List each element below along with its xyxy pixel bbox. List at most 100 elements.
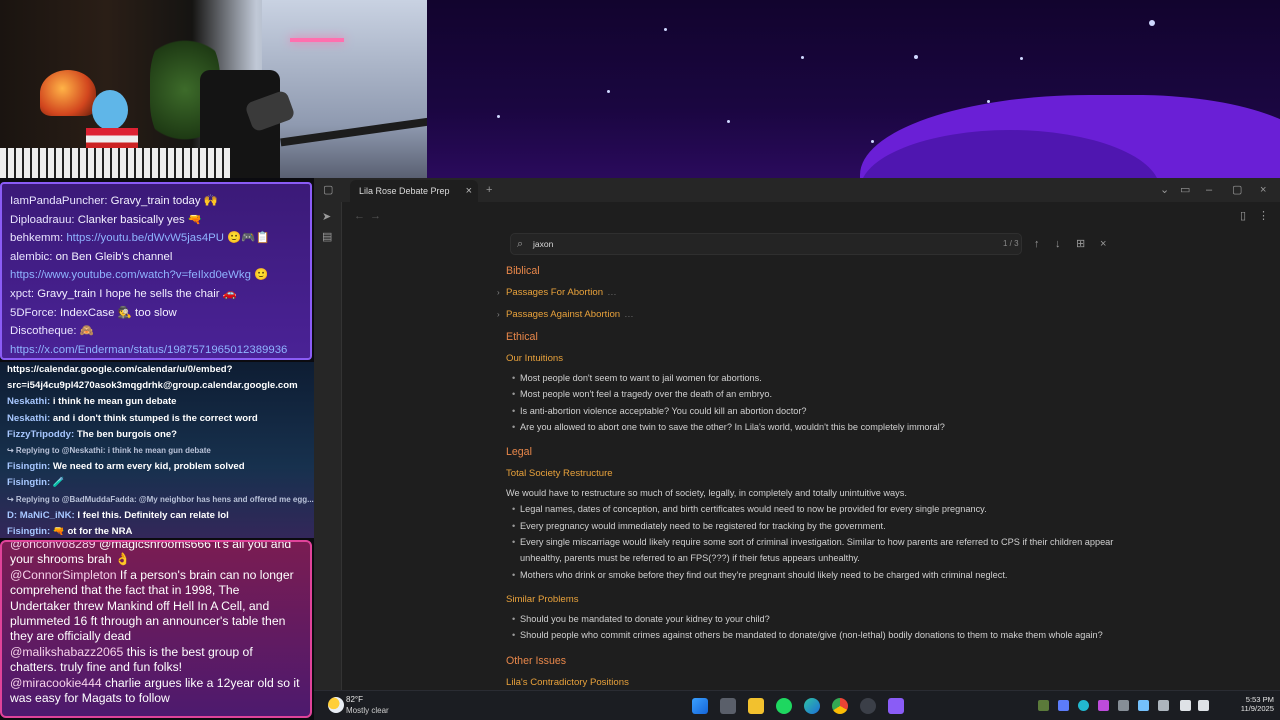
chat-username: Discotheque: [10, 325, 77, 338]
close-window-icon[interactable]: × [1260, 184, 1266, 196]
chat-message: src=i54j4cu9pl4270asok3mqgdrhk@group.cal… [0, 378, 314, 394]
tray-app-icon[interactable] [1138, 700, 1149, 711]
chat-link[interactable]: https://youtu.be/dWvW5jas4PU [63, 232, 224, 244]
find-bar: ⌕ jaxon 1 / 3 ↑ ↓ ⊞ × [510, 233, 1110, 255]
send-icon[interactable]: ➤ [322, 211, 331, 223]
weather-icon[interactable] [328, 697, 344, 713]
chat-message: 5DForce: IndexCase 🕵 too slow [2, 304, 310, 323]
piano-keyboard [0, 148, 230, 178]
chat-link[interactable]: https://x.com/Enderman/status/1987571965… [10, 344, 287, 356]
heading-text: Passages For Abortion [506, 287, 604, 298]
minimize-icon[interactable]: – [1206, 184, 1212, 196]
tray-app-icon[interactable] [1158, 700, 1169, 711]
chat-message: Fisingtin: 🔫 ot for the NRA [0, 524, 314, 538]
chat-username: Fisingtin: [7, 525, 51, 537]
weather-temperature[interactable]: 82°F [346, 695, 363, 704]
obs-icon[interactable] [860, 698, 876, 714]
star [664, 28, 667, 31]
heading-passages-against[interactable]: › Passages Against Abortion… [497, 304, 1116, 326]
chevron-right-icon[interactable]: › [497, 282, 500, 304]
close-tab-icon[interactable]: × [466, 180, 472, 202]
chat-message: Fisingtin: 🧪 [0, 475, 314, 491]
window-background [262, 0, 427, 178]
chat-link[interactable]: https://www.youtube.com/watch?v=feIlxd0e… [10, 269, 251, 281]
heading-similar-problems: Similar Problems [506, 593, 579, 605]
weather-condition[interactable]: Mostly clear [346, 706, 389, 715]
heading-contradictory: Lila's Contradictory Positions [506, 676, 629, 688]
chat-message: IamPandaPuncher: Gravy_train today 🙌 [2, 192, 310, 211]
tray-app-icon[interactable] [1098, 700, 1109, 711]
chat-text: Gravy_train I hope he sells the chair 🚗 [34, 287, 237, 300]
heading-text: Passages Against Abortion [506, 309, 621, 320]
back-arrow-icon[interactable]: ← [354, 210, 365, 222]
chat-username: Diploadrauu: [10, 213, 75, 226]
task-view-icon[interactable] [720, 698, 736, 714]
more-options-icon[interactable]: ⋮ [1258, 210, 1269, 222]
chat-text: I feel this. Definitely can relate lol [74, 509, 229, 521]
volume-icon[interactable] [1198, 700, 1209, 711]
star [497, 115, 500, 118]
chat-message: behkemm: https://youtu.be/dWvW5jas4PU 🙂🎮… [2, 229, 310, 248]
chat-reply-context: ↪ Replying to @Neskathi: i think he mean… [7, 445, 211, 455]
next-match-icon[interactable]: ↓ [1055, 238, 1061, 250]
tab-lila-rose-debate-prep[interactable]: Lila Rose Debate Prep × [350, 180, 478, 202]
windows-start-icon[interactable] [692, 698, 708, 714]
chat-text: https://calendar.google.com/calendar/u/0… [7, 364, 233, 375]
close-search-icon[interactable]: × [1100, 238, 1106, 250]
search-input[interactable]: ⌕ jaxon 1 / 3 [510, 233, 1022, 255]
file-explorer-icon[interactable] [748, 698, 764, 714]
chat-message: @malikshabazz2065 this is the best group… [2, 645, 310, 676]
chevron-down-icon[interactable]: ⌄ [1160, 184, 1169, 196]
clock-time: 5:53 PM [1245, 695, 1274, 704]
network-icon[interactable] [1180, 700, 1191, 711]
forward-arrow-icon[interactable]: → [370, 210, 381, 222]
chat-reply-context: ↪ Replying to @BadMuddaFadda: @My neighb… [7, 494, 314, 504]
spotify-icon[interactable] [776, 698, 792, 714]
tray-app-icon[interactable] [1078, 700, 1089, 711]
edge-icon[interactable] [804, 698, 820, 714]
heading-other-issues: Other Issues [506, 654, 567, 667]
chat-text: i think he mean gun debate [50, 396, 177, 408]
chat-text: 🙂 [250, 269, 269, 282]
list-item: Should you be mandated to donate your ki… [506, 611, 1116, 628]
sidebar-toggle-icon[interactable]: ▢ [323, 184, 333, 196]
chat-text: Gravy_train today 🙌 [107, 195, 218, 207]
maximize-icon[interactable]: ▢ [1232, 184, 1242, 196]
list-item: Are you allowed to abort one twin to sav… [506, 419, 1116, 436]
chat-text: src=i54j4cu9pl4270asok3mqgdrhk@group.cal… [7, 380, 298, 392]
chat-panel-youtube: @onconvo8289 @magicshrooms666 it's all y… [0, 540, 312, 718]
sidebar-right-icon[interactable]: ▭ [1180, 184, 1190, 196]
steam-icon[interactable] [1118, 700, 1129, 711]
list-item: Every pregnancy would immediately need t… [506, 518, 1116, 535]
previous-match-icon[interactable]: ↑ [1034, 238, 1040, 250]
system-clock[interactable]: 5:53 PM 11/9/2025 [1230, 695, 1274, 713]
webcam-feed [0, 0, 427, 178]
chat-username: xpct: [10, 287, 35, 300]
chat-username: @malikshabazz2065 [10, 644, 124, 659]
chevron-right-icon[interactable]: › [497, 304, 500, 326]
chat-text: The ben burgois one? [74, 428, 178, 440]
copy-icon[interactable]: ▤ [322, 231, 332, 243]
chat-message: D: MaNiC_iNK: I feel this. Definitely ca… [0, 508, 314, 524]
notes-app-window: ▢ Lila Rose Debate Prep × + ⌄ ▭ – ▢ × ➤ … [314, 178, 1280, 690]
collapsed-indicator: … [607, 287, 617, 298]
tray-app-icon[interactable] [1058, 700, 1069, 711]
night-sky-overlay [427, 0, 1280, 178]
new-tab-icon[interactable]: + [486, 184, 492, 196]
chrome-icon[interactable] [832, 698, 848, 714]
obsidian-icon[interactable] [888, 698, 904, 714]
chat-text: and i don't think stumped is the correct… [50, 412, 258, 424]
chat-message: https://x.com/Enderman/status/1987571965… [2, 341, 310, 358]
chat-text: We need to arm every kid, problem solved [50, 461, 245, 473]
chat-username: Neskathi: [7, 396, 51, 408]
list-item: Most people don't seem to want to jail w… [506, 370, 1116, 387]
replace-icon[interactable]: ⊞ [1076, 238, 1085, 250]
reading-view-icon[interactable]: ▯ [1240, 210, 1246, 222]
heading-passages-for[interactable]: › Passages For Abortion… [497, 282, 1116, 304]
tray-app-icon[interactable] [1038, 700, 1049, 711]
list-item: Most people won't feel a tragedy over th… [506, 386, 1116, 403]
left-ribbon: ➤ ▤ [314, 202, 342, 690]
chat-username: Fisingtin: [7, 477, 51, 489]
chat-message: Discotheque: 🙈 [2, 322, 310, 341]
match-count: 1 / 3 [1003, 239, 1019, 248]
